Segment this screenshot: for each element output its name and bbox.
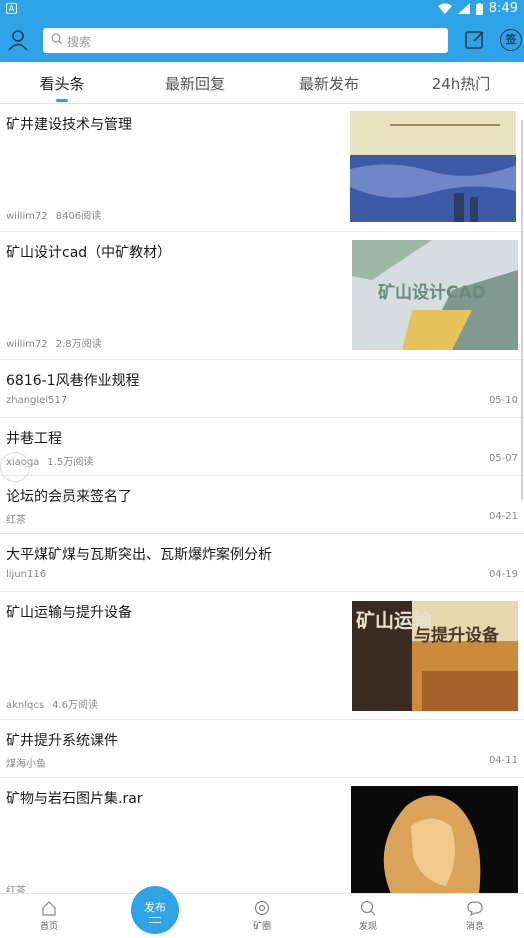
post-item[interactable]: 矿山运输与提升设备 aknlqcs 4.6万阅读 矿山运输 与提升设备 — [0, 592, 524, 720]
post-meta: 红茶 — [6, 511, 26, 526]
post-title: 矿山设计cad（中矿教材） — [6, 245, 172, 261]
post-author: 煤海小鱼 — [6, 759, 46, 770]
post-meta: 煤海小鱼 — [6, 755, 46, 770]
home-icon — [42, 901, 56, 916]
search-icon — [51, 33, 63, 45]
post-date: 05-10 — [488, 395, 518, 406]
nav-circle-label: 矿圈 — [252, 922, 271, 932]
post-item[interactable]: 矿物与岩石图片集.rar 红茶 — [0, 778, 524, 897]
compose-icon[interactable] — [465, 30, 485, 50]
post-reads: 2.8万阅读 — [55, 339, 102, 350]
post-date: 04-21 — [488, 511, 518, 522]
nav-circle[interactable]: 矿圈 — [232, 900, 292, 932]
status-time: 8:49 — [488, 1, 518, 16]
post-title: 矿山运输与提升设备 — [6, 605, 132, 621]
post-thumbnail — [350, 111, 516, 222]
publish-button-label: 发布 — [144, 901, 166, 914]
thumbnail-text: 与提升设备 — [414, 625, 500, 646]
post-date: 04-11 — [488, 755, 518, 766]
post-feed: 矿井建设技术与管理 willim72 8406阅读 矿山设计cad（中矿教材） w… — [0, 104, 524, 897]
post-title: 矿物与岩石图片集.rar — [6, 791, 143, 807]
message-icon — [467, 901, 483, 916]
sign-in-button[interactable]: 签 — [500, 29, 522, 51]
post-item[interactable]: 矿井提升系统课件 煤海小鱼 04-11 — [0, 720, 524, 778]
post-thumbnail — [351, 786, 518, 894]
menu-lines-icon — [149, 917, 161, 923]
active-tab-indicator — [56, 99, 68, 102]
discover-icon — [360, 900, 376, 916]
post-meta: lijun116 — [6, 569, 46, 580]
post-item[interactable]: 井巷工程 xiaoga 1.5万阅读 05-07 — [0, 418, 524, 476]
post-title: 6816-1风巷作业规程 — [6, 373, 140, 389]
post-title: 论坛的会员来签名了 — [6, 489, 132, 505]
post-title: 井巷工程 — [6, 431, 62, 447]
search-placeholder: 搜索 — [67, 35, 92, 49]
post-meta: willim72 2.8万阅读 — [6, 335, 102, 350]
circle-icon — [254, 900, 270, 916]
wifi-icon — [437, 3, 452, 14]
post-thumbnail: 矿山设计CAD — [352, 240, 518, 350]
post-item[interactable]: 矿井建设技术与管理 willim72 8406阅读 — [0, 104, 524, 232]
post-author: zhanglei517 — [6, 395, 68, 406]
post-meta: aknlqcs 4.6万阅读 — [6, 696, 98, 711]
thumbnail-text: 矿山设计CAD — [378, 282, 486, 303]
publish-button[interactable]: 发布 — [131, 886, 179, 934]
post-author: willim72 — [6, 339, 48, 350]
tab-latest-replies[interactable]: 最新回复 — [140, 73, 250, 94]
post-title: 矿井建设技术与管理 — [6, 117, 132, 133]
nav-home[interactable]: 首页 — [19, 900, 79, 932]
post-reads: 4.6万阅读 — [52, 700, 98, 711]
post-item[interactable]: 矿山设计cad（中矿教材） willim72 2.8万阅读 矿山设计CAD — [0, 232, 524, 360]
app-notification-icon: A — [6, 3, 17, 14]
post-author: aknlqcs — [6, 700, 45, 711]
floating-touch-indicator — [0, 452, 30, 482]
nav-home-label: 首页 — [39, 922, 58, 932]
status-bar: A 8:49 — [0, 0, 524, 18]
post-title: 大平煤矿煤与瓦斯突出、瓦斯爆炸案例分析 — [6, 547, 272, 563]
tab-latest-posts[interactable]: 最新发布 — [274, 73, 384, 94]
post-reads: 8406阅读 — [55, 211, 102, 222]
nav-messages-label: 消息 — [465, 922, 484, 932]
post-reads: 1.5万阅读 — [47, 457, 94, 468]
nav-messages[interactable]: 消息 — [445, 900, 505, 932]
top-bar: 搜索 签 — [0, 18, 524, 62]
scrollbar[interactable] — [521, 120, 523, 500]
post-date: 05-07 — [488, 453, 518, 464]
battery-icon — [475, 2, 483, 15]
post-meta: willim72 8406阅读 — [6, 207, 101, 222]
tab-bar: 看头条 最新回复 最新发布 24h热门 — [0, 62, 524, 104]
tab-headlines[interactable]: 看头条 — [7, 73, 117, 94]
bottom-navigation: 首页 矿圈 发现 消息 — [0, 893, 524, 938]
user-profile-icon[interactable] — [7, 29, 29, 51]
post-date: 04-19 — [488, 569, 518, 580]
tab-24h-hot[interactable]: 24h热门 — [406, 73, 516, 94]
post-author: 红茶 — [6, 515, 26, 526]
post-author: lijun116 — [6, 569, 47, 580]
post-item[interactable]: 6816-1风巷作业规程 zhanglei517 05-10 — [0, 360, 524, 418]
post-item[interactable]: 大平煤矿煤与瓦斯突出、瓦斯爆炸案例分析 lijun116 04-19 — [0, 534, 524, 592]
post-item[interactable]: 论坛的会员来签名了 红茶 04-21 — [0, 476, 524, 534]
post-meta: zhanglei517 — [6, 395, 67, 406]
nav-discover-label: 发现 — [358, 922, 377, 932]
nav-discover[interactable]: 发现 — [338, 900, 398, 932]
signal-icon — [457, 3, 470, 14]
post-author: willim72 — [6, 211, 48, 222]
search-input[interactable]: 搜索 — [43, 28, 448, 53]
post-thumbnail: 矿山运输 与提升设备 — [352, 601, 518, 711]
post-title: 矿井提升系统课件 — [6, 733, 118, 749]
